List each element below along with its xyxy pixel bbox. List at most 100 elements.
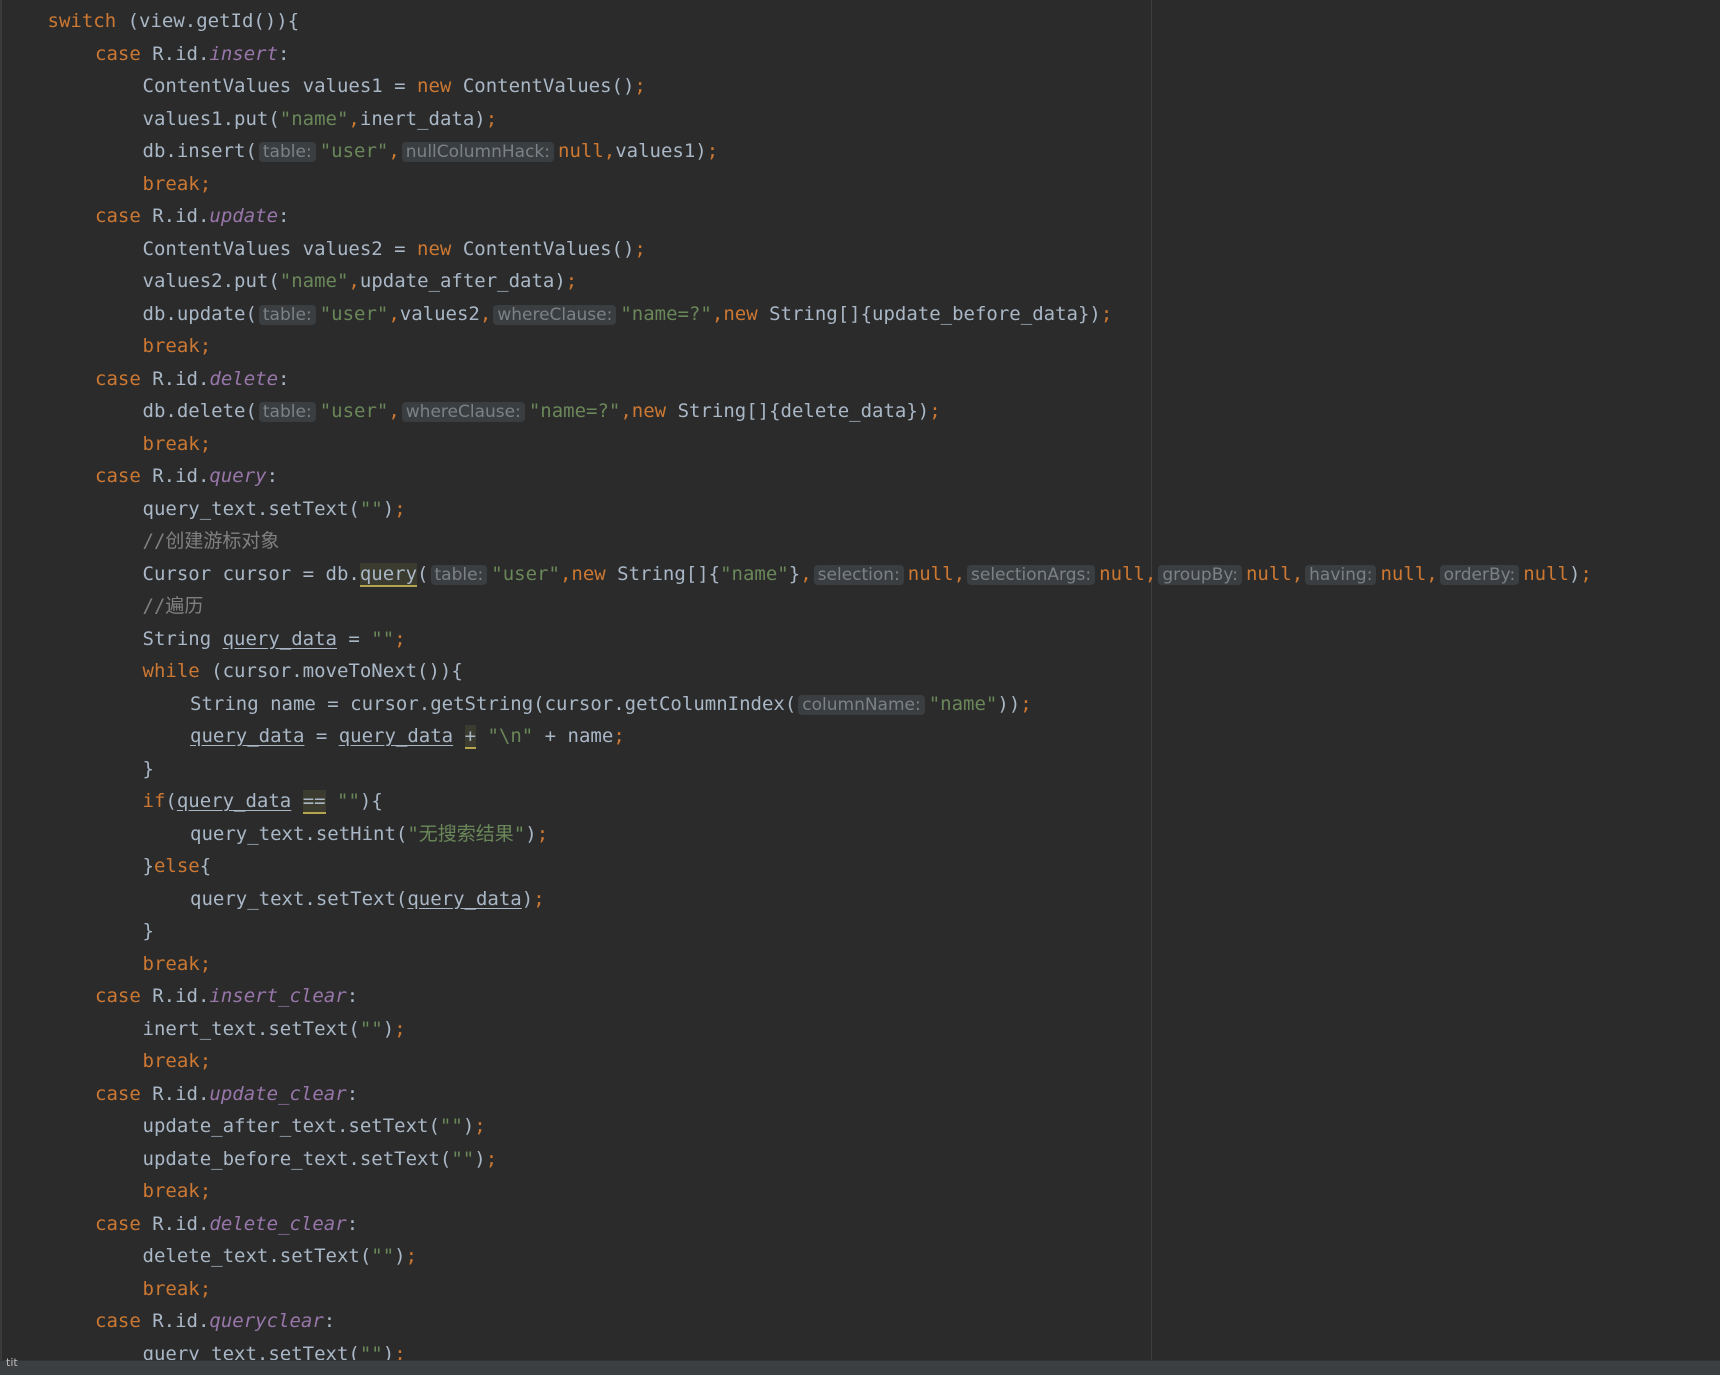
- code-line[interactable]: values1.put("name",inert_data);: [143, 104, 498, 134]
- keyword-token: new: [631, 400, 678, 422]
- string-token: "name": [279, 270, 349, 292]
- parameter-hint: selectionArgs:: [967, 564, 1096, 585]
- code-token: =: [304, 725, 339, 747]
- code-line[interactable]: //遍历: [143, 591, 204, 621]
- code-line[interactable]: break;: [143, 1046, 212, 1076]
- code-token: =: [336, 627, 372, 650]
- code-token: R.id.: [152, 1310, 210, 1332]
- code-token: String: [142, 627, 223, 650]
- keyword-token: else: [153, 855, 200, 877]
- code-token: String[]{update_before_data}): [769, 302, 1101, 325]
- code-line[interactable]: query_text.setText("");: [143, 1339, 406, 1361]
- code-line[interactable]: case R.id.insert:: [95, 39, 290, 69]
- code-line[interactable]: break;: [143, 949, 212, 979]
- code-line[interactable]: break;: [143, 429, 212, 459]
- editor-gutter: [0, 0, 2, 1360]
- code-token: :: [278, 205, 290, 227]
- parameter-hint: groupBy:: [1158, 564, 1242, 585]
- code-line[interactable]: case R.id.query:: [95, 461, 278, 491]
- code-line[interactable]: query_text.setText("");: [143, 494, 406, 524]
- keyword-token: new: [723, 302, 770, 325]
- code-token: ): [382, 1342, 395, 1361]
- code-line[interactable]: case R.id.update:: [95, 201, 290, 231]
- code-editor[interactable]: switch (view.getId()){case R.id.insert: C…: [0, 0, 1720, 1360]
- string-token: "": [371, 627, 395, 650]
- code-token: R.id.: [152, 42, 210, 65]
- code-line[interactable]: db.delete(table: "user", whereClause: "name…: [143, 396, 941, 426]
- string-token: "\n": [487, 725, 534, 747]
- code-line[interactable]: ContentValues values2 = new ContentValue…: [143, 234, 646, 264]
- string-token: "": [371, 1245, 395, 1267]
- keyword-token: case: [95, 1082, 153, 1105]
- keyword-token: ,: [620, 400, 632, 422]
- code-line[interactable]: case R.id.delete:: [95, 364, 290, 394]
- code-line[interactable]: }: [143, 916, 154, 946]
- code-line[interactable]: }else{: [143, 851, 212, 881]
- field-token: update_clear: [209, 1082, 347, 1105]
- parameter-hint: selection:: [813, 564, 904, 585]
- string-token: "": [337, 790, 360, 812]
- code-token: ): [474, 1147, 486, 1170]
- code-token: db.delete(: [142, 400, 257, 422]
- code-line[interactable]: query_text.setHint("无搜索结果");: [190, 819, 548, 849]
- string-token: "": [359, 1017, 383, 1040]
- keyword-token: ;: [405, 1245, 418, 1267]
- code-line[interactable]: while (cursor.moveToNext()){: [143, 656, 463, 686]
- code-line[interactable]: case R.id.update_clear:: [95, 1079, 358, 1109]
- code-line[interactable]: break;: [143, 1274, 212, 1304]
- keyword-token: new: [417, 75, 463, 97]
- string-token: "": [451, 1147, 475, 1170]
- code-line[interactable]: break;: [143, 331, 212, 361]
- code-token: update_before_text.setText(: [142, 1147, 452, 1170]
- keyword-token: ;: [394, 1342, 406, 1361]
- code-line[interactable]: delete_text.setText("");: [143, 1241, 418, 1271]
- code-line[interactable]: case R.id.queryclear:: [95, 1306, 335, 1336]
- code-line[interactable]: case R.id.insert_clear:: [95, 981, 358, 1011]
- string-token: "": [439, 1115, 463, 1137]
- code-token: values1): [615, 140, 707, 162]
- code-line[interactable]: switch (view.getId()){: [48, 6, 300, 36]
- keyword-token: ,: [388, 140, 400, 162]
- code-token: query_text.setHint(: [190, 822, 408, 845]
- code-line[interactable]: db.update(table: "user",values2, whereClau…: [143, 299, 1112, 329]
- parameter-hint: columnName:: [798, 694, 925, 715]
- code-token: ): [382, 497, 395, 520]
- keyword-token: ,: [603, 140, 616, 162]
- code-line[interactable]: query_text.setText(query_data);: [190, 884, 545, 914]
- code-line[interactable]: String query_data = "";: [143, 624, 406, 654]
- keyword-token: ;: [929, 400, 941, 422]
- code-line[interactable]: query_data = query_data + "\n" + name;: [190, 721, 625, 751]
- code-token: Cursor cursor = db.: [142, 562, 360, 585]
- code-line[interactable]: Cursor cursor = db.query(table: "user",ne…: [143, 559, 1592, 589]
- code-line[interactable]: values2.put("name",update_after_data);: [143, 266, 578, 296]
- parameter-hint: nullColumnHack:: [401, 142, 554, 162]
- parameter-hint: orderBy:: [1439, 564, 1520, 585]
- keyword-token: break;: [142, 1180, 212, 1202]
- code-line[interactable]: }: [143, 754, 154, 784]
- field-token: delete: [209, 367, 279, 390]
- code-line[interactable]: case R.id.delete_clear:: [95, 1209, 358, 1239]
- keyword-token: case: [95, 985, 153, 1007]
- code-token: update_after_text.setText(: [142, 1115, 440, 1137]
- code-line[interactable]: ContentValues values1 = new ContentValue…: [143, 71, 646, 101]
- code-line[interactable]: //创建游标对象: [143, 526, 280, 556]
- keyword-token: null: [1523, 562, 1569, 585]
- keyword-token: case: [95, 1310, 153, 1332]
- code-line[interactable]: String name = cursor.getString(cursor.ge…: [190, 689, 1032, 719]
- code-token: ){: [359, 790, 383, 812]
- code-token: :: [278, 367, 290, 390]
- code-line[interactable]: if(query_data == ""){: [143, 786, 383, 816]
- code-line[interactable]: db.insert(table: "user", nullColumnHack: nu…: [143, 136, 718, 166]
- code-token: query_data: [176, 790, 292, 812]
- keyword-token: ;: [536, 822, 549, 845]
- code-line[interactable]: update_after_text.setText("");: [143, 1111, 486, 1141]
- code-line[interactable]: update_before_text.setText("");: [143, 1144, 498, 1174]
- code-token: query_data: [190, 725, 305, 747]
- code-line[interactable]: break;: [143, 169, 212, 199]
- parameter-hint: whereClause:: [493, 304, 617, 325]
- keyword-token: while: [142, 660, 212, 682]
- code-line[interactable]: inert_text.setText("");: [143, 1014, 406, 1044]
- code-line[interactable]: break;: [143, 1176, 212, 1206]
- keyword-token: ;: [533, 887, 545, 910]
